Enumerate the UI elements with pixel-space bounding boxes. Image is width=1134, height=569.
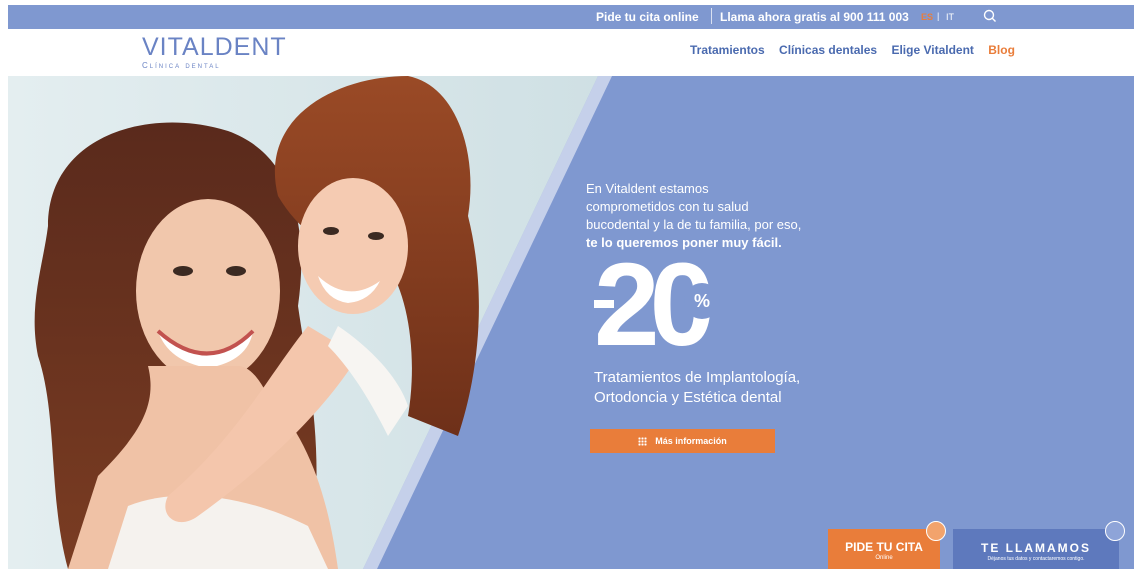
hero-banner: En Vitaldent estamos comprometidos con t… xyxy=(8,76,1134,569)
hero-line-3: bucodental y la de tu familia, por eso, xyxy=(586,217,802,232)
language-separator: | xyxy=(937,11,940,21)
percent-symbol: % xyxy=(684,283,720,319)
hero-treatments-text: Tratamientos de Implantología, Ortodonci… xyxy=(594,368,854,408)
hero-sub-line-1: Tratamientos de Implantología, xyxy=(594,369,801,386)
site-header: VITALDENT Clínica dental Tratamientos Cl… xyxy=(8,29,1134,76)
minus-icon xyxy=(594,300,614,308)
online-appointment-link[interactable]: Pide tu cita online xyxy=(596,10,699,24)
calendar-icon xyxy=(926,521,946,541)
book-appointment-button[interactable]: PIDE TU CITA Online xyxy=(828,521,946,569)
topbar-divider xyxy=(711,8,712,24)
vitaldent-logo[interactable]: VITALDENT Clínica dental xyxy=(142,33,287,71)
more-info-button[interactable]: Más información xyxy=(590,429,775,453)
hero-photo xyxy=(8,76,612,569)
logo-name: VITALDENT xyxy=(142,33,287,61)
hero-line-2: comprometidos con tu salud xyxy=(586,199,749,214)
language-es-link[interactable]: ES xyxy=(921,12,933,22)
hero-line-1: En Vitaldent estamos xyxy=(586,181,709,196)
book-appointment-subtitle: Online xyxy=(875,555,893,561)
phone-icon xyxy=(1105,521,1125,541)
callback-subtitle: Déjanos tus datos y contactaremos contig… xyxy=(987,556,1085,562)
search-icon[interactable] xyxy=(981,7,999,25)
discount-badge: 20 % xyxy=(594,240,754,370)
phone-call-link[interactable]: Llama ahora gratis al 900 111 003 xyxy=(720,10,909,24)
nav-clinicas-dentales[interactable]: Clínicas dentales xyxy=(779,43,877,57)
callback-request-button[interactable]: TE LLAMAMOS Déjanos tus datos y contacta… xyxy=(953,521,1125,569)
top-bar: Pide tu cita online Llama ahora gratis a… xyxy=(8,5,1134,29)
more-info-label: Más información xyxy=(655,436,727,446)
callback-title: TE LLAMAMOS xyxy=(981,541,1091,555)
nav-blog[interactable]: Blog xyxy=(988,43,1015,57)
hero-sub-line-2: Ortodoncia y Estética dental xyxy=(594,389,782,406)
book-appointment-title: PIDE TU CITA xyxy=(845,540,923,554)
nav-elige-vitaldent[interactable]: Elige Vitaldent xyxy=(891,43,973,57)
logo-subtitle: Clínica dental xyxy=(142,61,221,70)
main-nav: Tratamientos Clínicas dentales Elige Vit… xyxy=(690,43,1015,57)
grid-icon xyxy=(638,436,648,446)
nav-tratamientos[interactable]: Tratamientos xyxy=(690,43,765,57)
language-it-link[interactable]: IT xyxy=(946,12,954,22)
